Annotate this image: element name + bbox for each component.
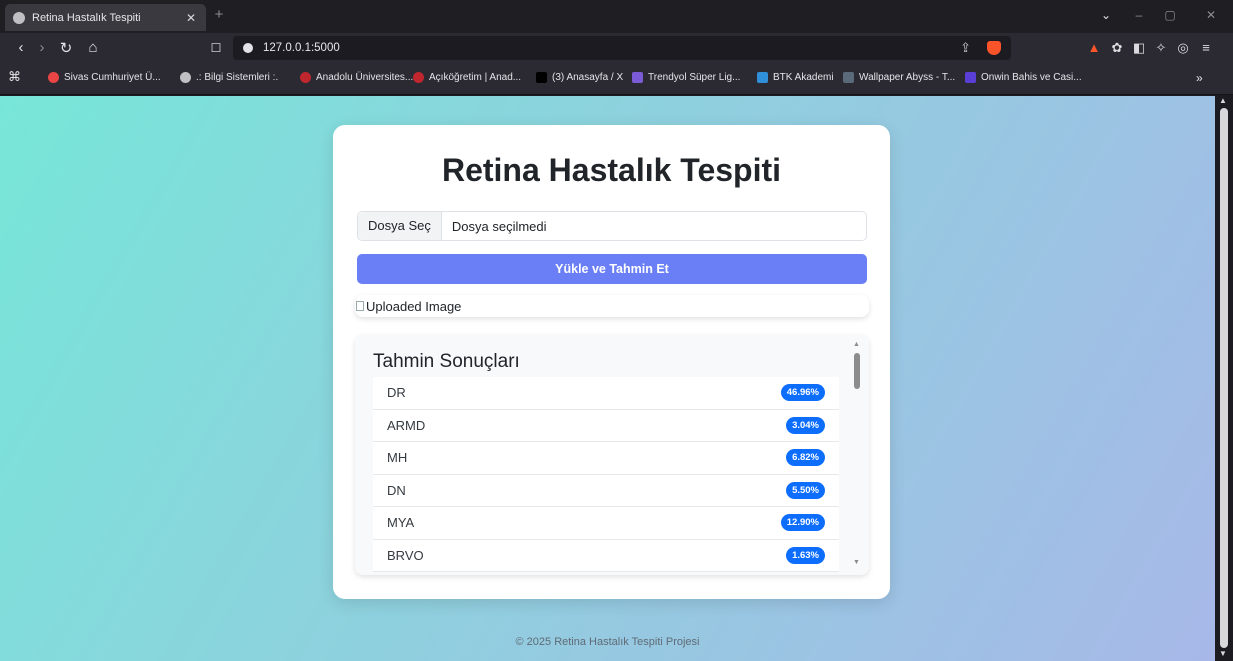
- bookmark-favicon: [300, 72, 311, 83]
- result-label: DN: [387, 482, 406, 498]
- bookmark-item[interactable]: BTK Akademi: [757, 72, 834, 83]
- bookmark-favicon: [632, 72, 643, 83]
- bookmark-item[interactable]: Onwin Bahis ve Casi...: [965, 72, 1082, 83]
- bookmark-item[interactable]: (3) Anasayfa / X: [536, 72, 623, 83]
- new-tab-button[interactable]: +: [210, 6, 228, 23]
- broken-image-icon: [356, 301, 364, 311]
- results-scrollbar[interactable]: ▲ ▼: [853, 341, 863, 569]
- apps-grid-icon[interactable]: ⌘: [8, 69, 21, 85]
- bookmark-label: .: Bilgi Sistemleri :.: [196, 72, 279, 83]
- result-row: DN 5.50%: [373, 474, 839, 507]
- page-scrollbar[interactable]: ▲ ▼: [1215, 96, 1233, 661]
- bookmark-item[interactable]: Açıköğretim | Anad...: [413, 72, 521, 83]
- globe-icon: [13, 11, 25, 24]
- back-icon[interactable]: ‹: [10, 39, 32, 56]
- bookmark-item[interactable]: .: Bilgi Sistemleri :.: [180, 72, 278, 83]
- bookmarks-overflow-icon[interactable]: »: [1196, 71, 1203, 85]
- page-viewport: Retina Hastalık Tespiti Dosya Seç Dosya …: [0, 96, 1215, 661]
- home-icon[interactable]: ⌂: [82, 39, 104, 56]
- scroll-up-icon[interactable]: ▲: [853, 341, 860, 348]
- site-info-icon[interactable]: [243, 43, 253, 53]
- result-label: ARMD: [387, 417, 426, 433]
- reload-icon[interactable]: ↻: [55, 39, 77, 57]
- result-badge: 1.63%: [786, 546, 825, 564]
- nav-bar: ‹ › ↻ ⌂ ☐ 127.0.0.1:5000 ⇪ ▲ ✿ ◧ ✧ ◎ ≡: [0, 33, 1233, 63]
- minimize-icon[interactable]: –: [1129, 8, 1149, 22]
- bookmark-label: Açıköğretim | Anad...: [429, 72, 522, 83]
- bookmark-label: (3) Anasayfa / X: [552, 72, 624, 83]
- result-row: BRVO 1.63%: [373, 539, 839, 572]
- vpn-icon[interactable]: ◎: [1174, 40, 1192, 56]
- page-footer: © 2025 Retina Hastalık Tespiti Projesi: [515, 636, 700, 648]
- close-tab-icon[interactable]: ✕: [184, 11, 198, 25]
- page-scrollbar-thumb[interactable]: [1220, 108, 1228, 648]
- result-badge: 3.04%: [786, 416, 825, 434]
- bookmark-label: Onwin Bahis ve Casi...: [981, 72, 1082, 83]
- leo-icon[interactable]: ✧: [1152, 40, 1170, 56]
- page-scroll-up-icon[interactable]: ▲: [1219, 96, 1227, 105]
- results-title: Tahmin Sonuçları: [373, 351, 520, 372]
- page-scroll-down-icon[interactable]: ▼: [1219, 649, 1227, 658]
- page-title: Retina Hastalık Tespiti: [441, 152, 782, 188]
- result-badge: 46.96%: [780, 384, 825, 402]
- result-row: DR 46.96%: [373, 377, 839, 410]
- main-card: Retina Hastalık Tespiti Dosya Seç Dosya …: [333, 125, 890, 599]
- bookmark-favicon: [843, 72, 854, 83]
- tab-title: Retina Hastalık Tespiti: [32, 11, 141, 24]
- bookmark-favicon: [413, 72, 424, 83]
- rewards-icon[interactable]: ▲: [1085, 40, 1103, 55]
- sidebar-icon[interactable]: ◧: [1130, 40, 1148, 56]
- results-list: DR 46.96% ARMD 3.04% MH 6.82% DN 5.50% MYA 12…: [373, 377, 839, 572]
- scrollbar-thumb[interactable]: [854, 353, 860, 389]
- choose-file-button[interactable]: Dosya Seç: [358, 212, 442, 240]
- upload-predict-button[interactable]: Yükle ve Tahmin Et: [357, 254, 867, 284]
- bookmark-favicon: [48, 72, 59, 83]
- forward-icon[interactable]: ›: [31, 39, 53, 56]
- bookmark-label: Trendyol Süper Lig...: [648, 72, 741, 83]
- result-label: BRVO: [387, 547, 424, 563]
- result-label: DR: [387, 385, 406, 401]
- share-icon[interactable]: ⇪: [960, 40, 971, 56]
- bookmark-label: Sivas Cumhuriyet Ü...: [64, 72, 161, 83]
- menu-icon[interactable]: ≡: [1197, 40, 1215, 55]
- result-label: MH: [387, 450, 408, 466]
- result-row: MYA 12.90%: [373, 507, 839, 540]
- bookmarks-bar: ⌘ Sivas Cumhuriyet Ü... .: Bilgi Sisteml…: [0, 63, 1233, 95]
- bookmark-label: BTK Akademi: [773, 72, 834, 83]
- maximize-icon[interactable]: ▢: [1160, 8, 1180, 22]
- result-row: ARMD 3.04%: [373, 409, 839, 442]
- image-alt-text: Uploaded Image: [366, 298, 462, 314]
- result-badge: 12.90%: [780, 514, 825, 532]
- result-row: MH 6.82%: [373, 442, 839, 475]
- bookmark-favicon: [180, 72, 191, 83]
- uploaded-image: Uploaded Image: [355, 295, 869, 317]
- url-text: 127.0.0.1:5000: [263, 42, 340, 54]
- brave-shield-icon[interactable]: [987, 41, 1001, 55]
- extensions-icon[interactable]: ✿: [1108, 40, 1126, 56]
- result-badge: 5.50%: [786, 481, 825, 499]
- results-panel[interactable]: Tahmin Sonuçları DR 46.96% ARMD 3.04% MH 6.…: [355, 335, 869, 575]
- address-bar[interactable]: 127.0.0.1:5000 ⇪: [233, 36, 1011, 60]
- bookmark-label: Wallpaper Abyss - T...: [859, 72, 956, 83]
- bookmark-label: Anadolu Üniversites...: [316, 72, 414, 83]
- file-input[interactable]: Dosya Seç Dosya seçilmedi: [357, 211, 867, 241]
- result-badge: 6.82%: [786, 449, 825, 467]
- window-close-icon[interactable]: ✕: [1201, 8, 1221, 22]
- bookmark-item[interactable]: Wallpaper Abyss - T...: [843, 72, 955, 83]
- file-status: Dosya seçilmedi: [451, 218, 547, 234]
- bookmark-item[interactable]: Trendyol Süper Lig...: [632, 72, 740, 83]
- bookmark-item[interactable]: Sivas Cumhuriyet Ü...: [48, 72, 161, 83]
- bookmark-favicon: [757, 72, 768, 83]
- x-logo-icon: [536, 72, 547, 83]
- bookmark-favicon: [965, 72, 976, 83]
- scroll-down-icon[interactable]: ▼: [853, 559, 860, 566]
- bookmark-icon[interactable]: ☐: [205, 41, 227, 55]
- bookmark-item[interactable]: Anadolu Üniversites...: [300, 72, 413, 83]
- tab-list-icon[interactable]: ⌄: [1096, 8, 1116, 22]
- result-label: MYA: [387, 515, 415, 531]
- browser-tab[interactable]: Retina Hastalık Tespiti ✕: [5, 4, 206, 31]
- tab-bar: Retina Hastalık Tespiti ✕ + ⌄ – ▢ ✕: [0, 0, 1233, 33]
